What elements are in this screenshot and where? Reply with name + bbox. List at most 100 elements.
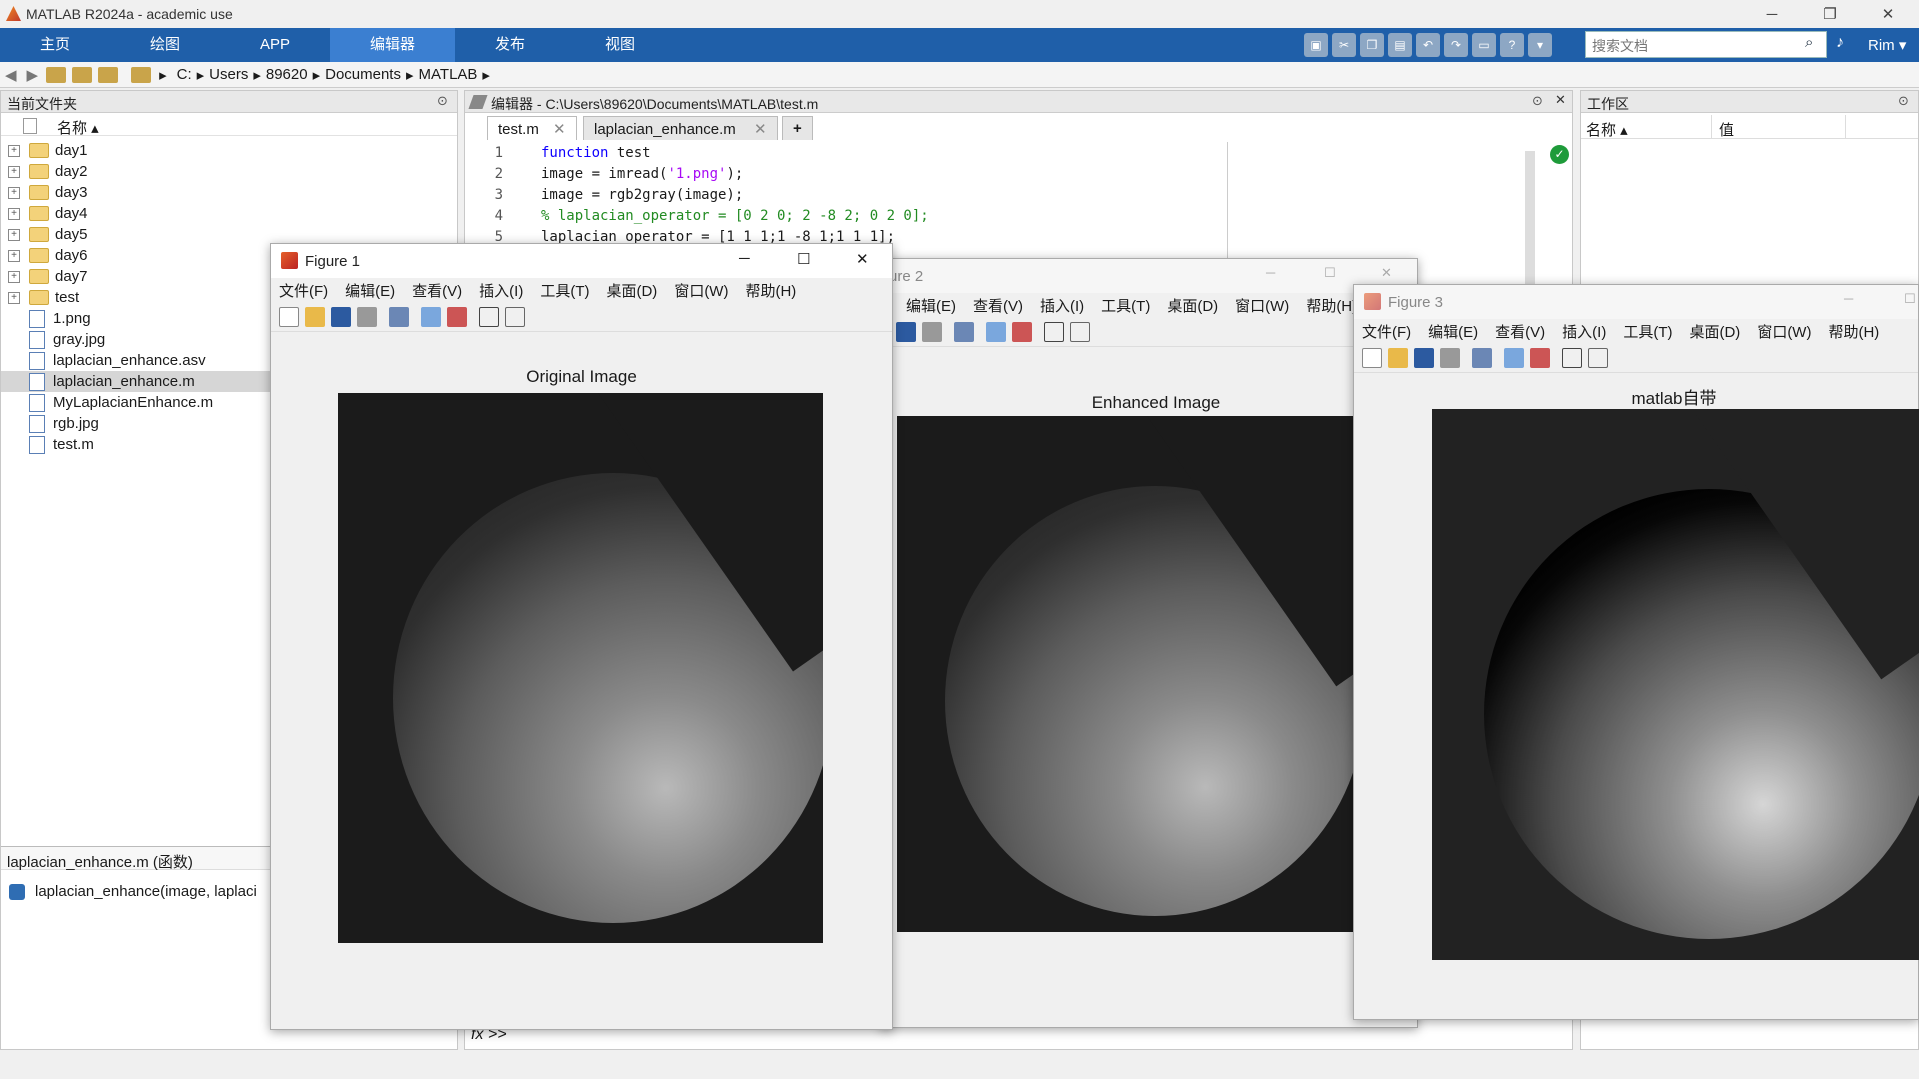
menu-help[interactable]: 帮助(H) xyxy=(1306,295,1357,316)
property-inspector-icon[interactable] xyxy=(505,306,525,327)
code-line[interactable]: 4 % laplacian_operator = [0 2 0; 2 -8 2; … xyxy=(465,208,1465,229)
notification-bell-icon[interactable]: ♪ xyxy=(1836,34,1844,52)
path-segment-user[interactable]: 89620 xyxy=(266,66,308,83)
figure-1-window[interactable]: Figure 1 ─ ☐ ✕ 文件(F) 编辑(E) 查看(V) 插入(I) 工… xyxy=(270,243,893,1030)
open-file-icon[interactable] xyxy=(1388,347,1408,368)
figure-1-maximize[interactable]: ☐ xyxy=(797,250,810,268)
back-arrow-icon[interactable]: ◀ xyxy=(5,66,17,84)
code-line[interactable]: 1 function test xyxy=(465,145,1465,166)
save-figure-icon[interactable] xyxy=(331,306,351,327)
tab-view[interactable]: 视图 xyxy=(565,28,675,62)
workspace-value-header[interactable]: 值 xyxy=(1719,119,1734,140)
editor-tab-laplacian[interactable]: laplacian_enhance.m ✕ xyxy=(583,116,778,140)
folder-item[interactable]: + day2 xyxy=(1,161,457,182)
tab-plots[interactable]: 绘图 xyxy=(110,28,220,62)
menu-desktop[interactable]: 桌面(D) xyxy=(1689,321,1740,342)
figure-1-close[interactable]: ✕ xyxy=(856,250,869,268)
folder-item[interactable]: + day5 xyxy=(1,224,457,245)
figure-3-minimize[interactable]: ─ xyxy=(1844,291,1853,306)
menu-window[interactable]: 窗口(W) xyxy=(674,280,728,301)
menu-insert[interactable]: 插入(I) xyxy=(479,280,523,301)
undo-icon[interactable]: ↶ xyxy=(1416,33,1440,57)
expand-icon[interactable]: + xyxy=(8,228,20,241)
expand-icon[interactable]: + xyxy=(8,270,20,283)
menu-view[interactable]: 查看(V) xyxy=(412,280,462,301)
expand-icon[interactable]: + xyxy=(8,249,20,262)
switch-windows-icon[interactable]: ▭ xyxy=(1472,33,1496,57)
menu-tools[interactable]: 工具(T) xyxy=(1101,295,1150,316)
original-image[interactable] xyxy=(338,393,823,943)
legend-icon[interactable] xyxy=(447,306,467,327)
builtin-enhanced-image[interactable] xyxy=(1432,409,1919,960)
path-segment-documents[interactable]: Documents xyxy=(325,66,401,83)
search-icon[interactable]: ⌕ xyxy=(1805,34,1813,51)
colorbar-icon[interactable] xyxy=(1504,347,1524,368)
code-analyzer-ok-icon[interactable]: ✓ xyxy=(1550,145,1569,164)
close-button[interactable]: ✕ xyxy=(1859,0,1917,28)
pointer-icon[interactable] xyxy=(479,306,499,327)
search-documentation-input[interactable]: 搜索文档 xyxy=(1585,31,1827,58)
link-plot-icon[interactable] xyxy=(1472,347,1492,368)
maximize-button[interactable]: ❐ xyxy=(1801,0,1859,28)
save-figure-icon[interactable] xyxy=(1414,347,1434,368)
property-inspector-icon[interactable] xyxy=(1070,321,1090,342)
menu-view[interactable]: 查看(V) xyxy=(1495,321,1545,342)
menu-insert[interactable]: 插入(I) xyxy=(1040,295,1084,316)
print-icon[interactable] xyxy=(357,306,377,327)
expand-icon[interactable]: + xyxy=(8,207,20,220)
legend-icon[interactable] xyxy=(1530,347,1550,368)
up-folder-icon[interactable] xyxy=(46,66,67,83)
tab-apps[interactable]: APP xyxy=(220,28,330,62)
search-folder-icon[interactable] xyxy=(98,66,119,83)
menu-file[interactable]: 文件(F) xyxy=(1362,321,1411,342)
legend-icon[interactable] xyxy=(1012,321,1032,342)
link-plot-icon[interactable] xyxy=(954,321,974,342)
expand-icon[interactable]: + xyxy=(8,165,20,178)
menu-edit[interactable]: 编辑(E) xyxy=(1428,321,1478,342)
editor-tab-test-m[interactable]: test.m ✕ xyxy=(487,116,577,140)
code-line[interactable]: 2 image = imread('1.png'); xyxy=(465,166,1465,187)
pointer-icon[interactable] xyxy=(1562,347,1582,368)
redo-icon[interactable]: ↷ xyxy=(1444,33,1468,57)
save-figure-icon[interactable] xyxy=(896,321,916,342)
path-segment-drive[interactable]: C: xyxy=(177,66,192,83)
path-segment-matlab[interactable]: MATLAB xyxy=(419,66,478,83)
menu-window[interactable]: 窗口(W) xyxy=(1757,321,1811,342)
copy-icon[interactable]: ❐ xyxy=(1360,33,1384,57)
workspace-options-icon[interactable]: ⊙ xyxy=(1898,93,1909,109)
panel-options-icon[interactable]: ⊙ xyxy=(437,93,448,109)
menu-help[interactable]: 帮助(H) xyxy=(1828,321,1879,342)
name-column-header[interactable]: 名称 ▴ xyxy=(57,117,99,138)
tab-publish[interactable]: 发布 xyxy=(455,28,565,62)
new-figure-icon[interactable] xyxy=(279,306,299,327)
qat-options-icon[interactable]: ▾ xyxy=(1528,33,1552,57)
folder-item[interactable]: + day1 xyxy=(1,140,457,161)
user-account-menu[interactable]: Rim ▾ xyxy=(1868,36,1906,54)
browse-folder-icon[interactable] xyxy=(72,66,93,83)
minimize-button[interactable]: ─ xyxy=(1743,0,1801,28)
enhanced-image[interactable] xyxy=(897,416,1370,932)
menu-window[interactable]: 窗口(W) xyxy=(1235,295,1289,316)
folder-item[interactable]: + day3 xyxy=(1,182,457,203)
workspace-name-header[interactable]: 名称 ▴ xyxy=(1586,119,1628,140)
code-line[interactable]: 3 image = rgb2gray(image); xyxy=(465,187,1465,208)
menu-edit[interactable]: 编辑(E) xyxy=(345,280,395,301)
figure-2-maximize[interactable]: ☐ xyxy=(1324,265,1336,281)
editor-close-icon[interactable]: ✕ xyxy=(1555,92,1566,108)
menu-view[interactable]: 查看(V) xyxy=(973,295,1023,316)
cut-icon[interactable]: ✂ xyxy=(1332,33,1356,57)
folder-item[interactable]: + day4 xyxy=(1,203,457,224)
new-figure-icon[interactable] xyxy=(1362,347,1382,368)
menu-tools[interactable]: 工具(T) xyxy=(1623,321,1672,342)
paste-icon[interactable]: ▤ xyxy=(1388,33,1412,57)
editor-options-icon[interactable]: ⊙ xyxy=(1532,93,1543,109)
path-segment-users[interactable]: Users xyxy=(209,66,248,83)
help-icon[interactable]: ? xyxy=(1500,33,1524,57)
add-tab-button[interactable]: + xyxy=(782,116,813,140)
figure-3-window[interactable]: Figure 3 ─ ☐ 文件(F) 编辑(E) 查看(V) 插入(I) 工具(… xyxy=(1353,284,1919,1020)
link-plot-icon[interactable] xyxy=(389,306,409,327)
tab-home[interactable]: 主页 xyxy=(0,28,110,62)
menu-edit[interactable]: 编辑(E) xyxy=(906,295,956,316)
close-tab-icon[interactable]: ✕ xyxy=(754,121,767,138)
figure-2-close[interactable]: ✕ xyxy=(1381,265,1392,281)
